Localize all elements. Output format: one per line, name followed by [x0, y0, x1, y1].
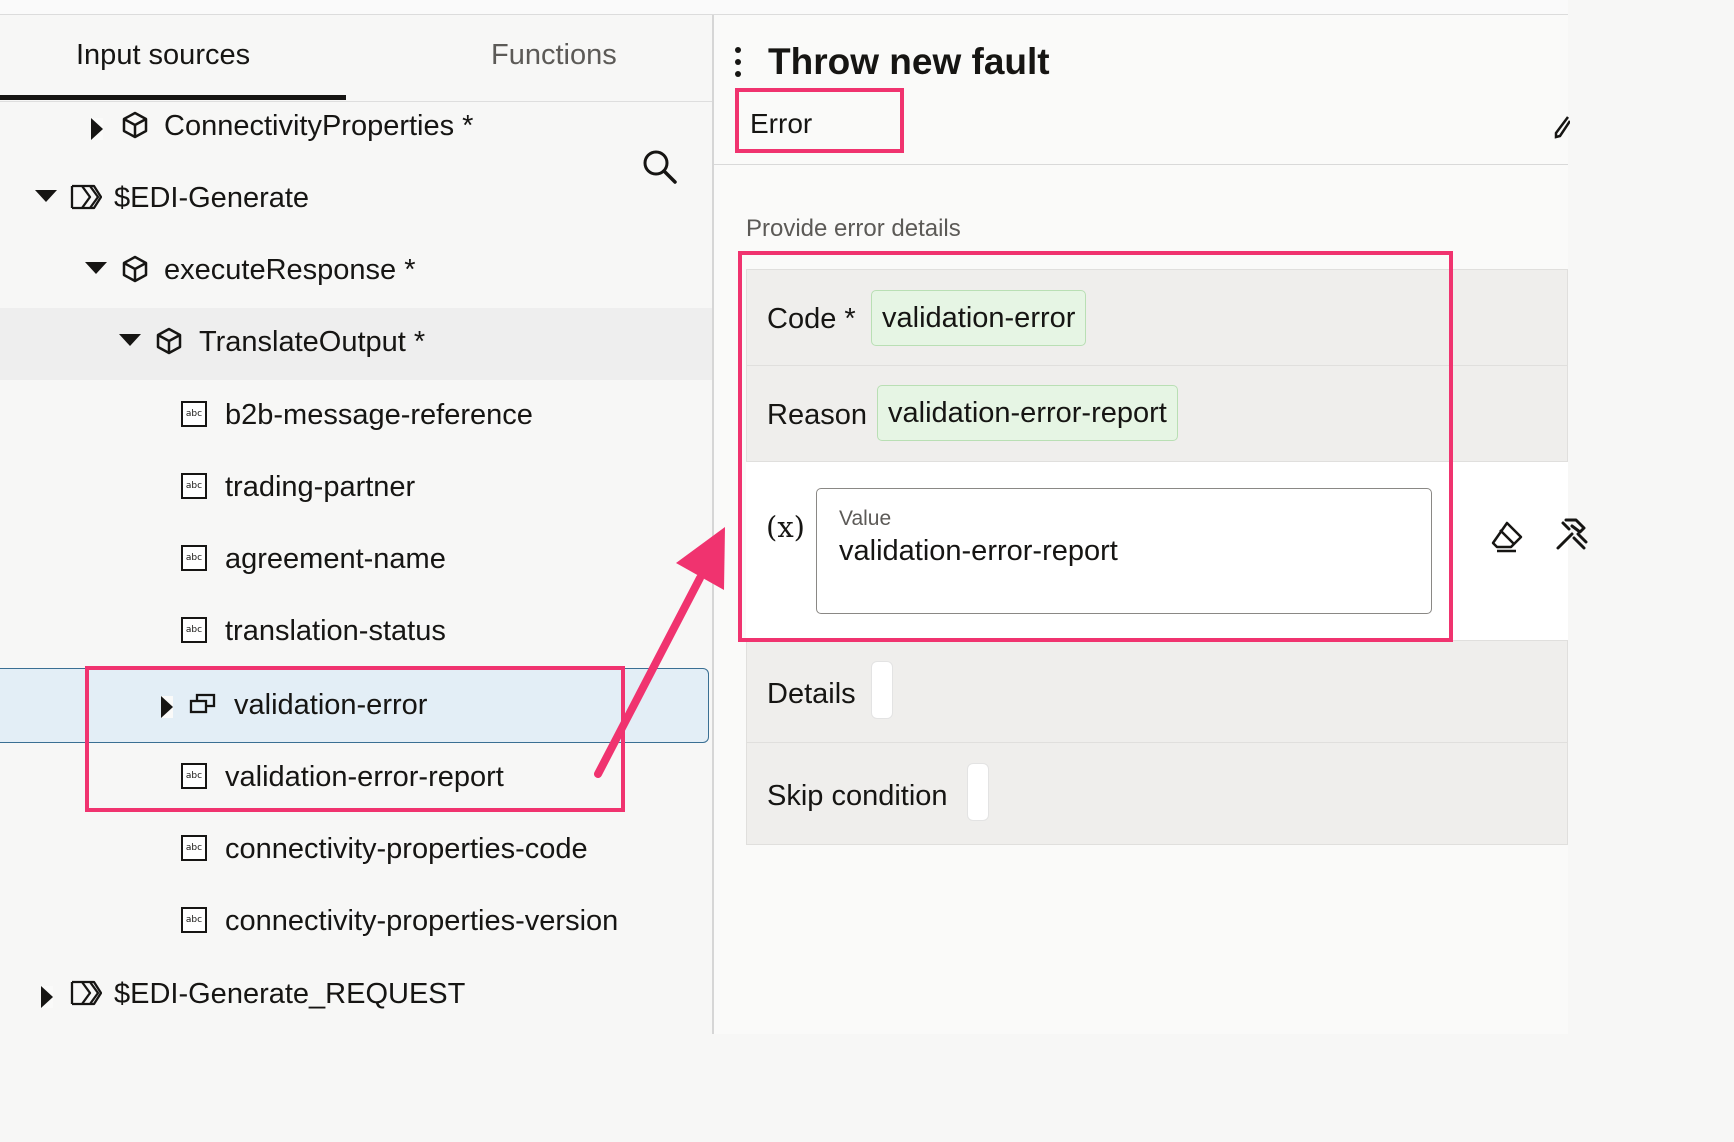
skip-condition-field[interactable]: Skip condition [746, 742, 1568, 845]
tree-item-label: $EDI-Generate_REQUEST [114, 978, 466, 1010]
tree-item-connectivity-properties-code[interactable]: abc connectivity-properties-code [0, 815, 712, 887]
code-field[interactable]: Code * validation-error [746, 269, 1568, 366]
details-field[interactable]: Details [746, 640, 1568, 743]
tree-item-execute-response[interactable]: executeResponse * [0, 236, 712, 308]
details-label: Details [767, 678, 856, 710]
code-value-chip[interactable]: validation-error [871, 290, 1087, 346]
header-divider [714, 164, 1568, 165]
tree-item-label: validation-error [234, 689, 428, 721]
collapse-caret-icon[interactable] [119, 334, 141, 346]
details-value-slot[interactable] [871, 661, 893, 719]
tools-icon[interactable] [1554, 518, 1588, 552]
page-title: Throw new fault [768, 41, 1050, 82]
code-label: Code * [767, 303, 856, 335]
string-icon: abc [181, 763, 207, 789]
eraser-icon[interactable] [1490, 520, 1524, 554]
tree-item-label: translation-status [225, 615, 446, 647]
variable-toggle[interactable]: (x) [766, 510, 805, 544]
tab-functions[interactable]: Functions [491, 39, 617, 72]
tree-item-label: b2b-message-reference [225, 399, 533, 431]
tree-item-label: validation-error-report [225, 761, 504, 793]
tree-item-label: ConnectivityProperties * [164, 110, 474, 142]
tab-input-sources[interactable]: Input sources [76, 39, 250, 72]
collapse-caret-icon[interactable] [85, 262, 107, 274]
collection-icon [189, 693, 216, 714]
object-icon [156, 327, 182, 355]
more-options-icon[interactable] [735, 47, 741, 83]
object-icon [122, 255, 148, 283]
string-icon: abc [181, 835, 207, 861]
expand-caret-icon[interactable] [161, 696, 173, 718]
tree-item-translate-output[interactable]: TranslateOutput * [0, 308, 712, 380]
section-label: Provide error details [746, 215, 961, 242]
tree-item-edi-generate-request[interactable]: $EDI-Generate_REQUEST [0, 960, 712, 1032]
reason-value-chip[interactable]: validation-error-report [877, 385, 1178, 441]
tree-item-connectivity-properties[interactable]: ConnectivityProperties * [0, 92, 712, 164]
string-icon: abc [181, 401, 207, 427]
source-icon [70, 980, 102, 1006]
tree-item-label: TranslateOutput * [199, 326, 426, 358]
tree-item-label: connectivity-properties-code [225, 833, 588, 865]
value-input-text[interactable]: validation-error-report [839, 535, 1118, 568]
expand-caret-icon[interactable] [41, 986, 53, 1008]
top-border [0, 0, 1568, 15]
tree-item-validation-error[interactable]: validation-error [0, 668, 709, 743]
fault-type-label: Error [750, 108, 813, 139]
skip-condition-label: Skip condition [767, 780, 948, 812]
tree-item-edi-generate[interactable]: $EDI-Generate [0, 164, 712, 236]
source-icon [70, 184, 102, 210]
tree-item-connectivity-properties-version[interactable]: abc connectivity-properties-version [0, 887, 712, 959]
value-input[interactable]: Value validation-error-report [816, 488, 1432, 614]
tree-item-label: trading-partner [225, 471, 416, 503]
tree-item-label: connectivity-properties-version [225, 905, 619, 937]
tab-bar: Input sources Functions [0, 15, 712, 102]
edit-icon[interactable] [1554, 115, 1570, 139]
tree-item-validation-error-report[interactable]: abc validation-error-report [0, 743, 712, 815]
reason-field[interactable]: Reason validation-error-report [746, 365, 1568, 462]
string-icon: abc [181, 907, 207, 933]
tree-item-trading-partner[interactable]: abc trading-partner [0, 453, 712, 525]
string-icon: abc [181, 545, 207, 571]
skip-condition-value-slot[interactable] [967, 763, 989, 821]
value-editor: (x) Value validation-error-report [746, 462, 1588, 640]
tree-item-label: $EDI-Generate [114, 182, 310, 214]
object-icon [122, 111, 148, 139]
value-input-label: Value [839, 507, 892, 530]
throw-fault-panel: Throw new fault Error Provide error deta… [714, 15, 1588, 1034]
tree-item-label: executeResponse * [164, 254, 416, 286]
tree-item-label: agreement-name [225, 543, 446, 575]
string-icon: abc [181, 473, 207, 499]
reason-label: Reason [767, 399, 867, 431]
tree-item-agreement-name[interactable]: abc agreement-name [0, 525, 712, 597]
collapse-caret-icon[interactable] [35, 190, 57, 202]
expand-caret-icon[interactable] [91, 118, 103, 140]
tree-item-b2b-message-reference[interactable]: abc b2b-message-reference [0, 381, 712, 453]
tree-item-translation-status[interactable]: abc translation-status [0, 597, 712, 669]
input-sources-panel: Input sources Functions ConnectivityProp… [0, 15, 714, 1034]
string-icon: abc [181, 617, 207, 643]
